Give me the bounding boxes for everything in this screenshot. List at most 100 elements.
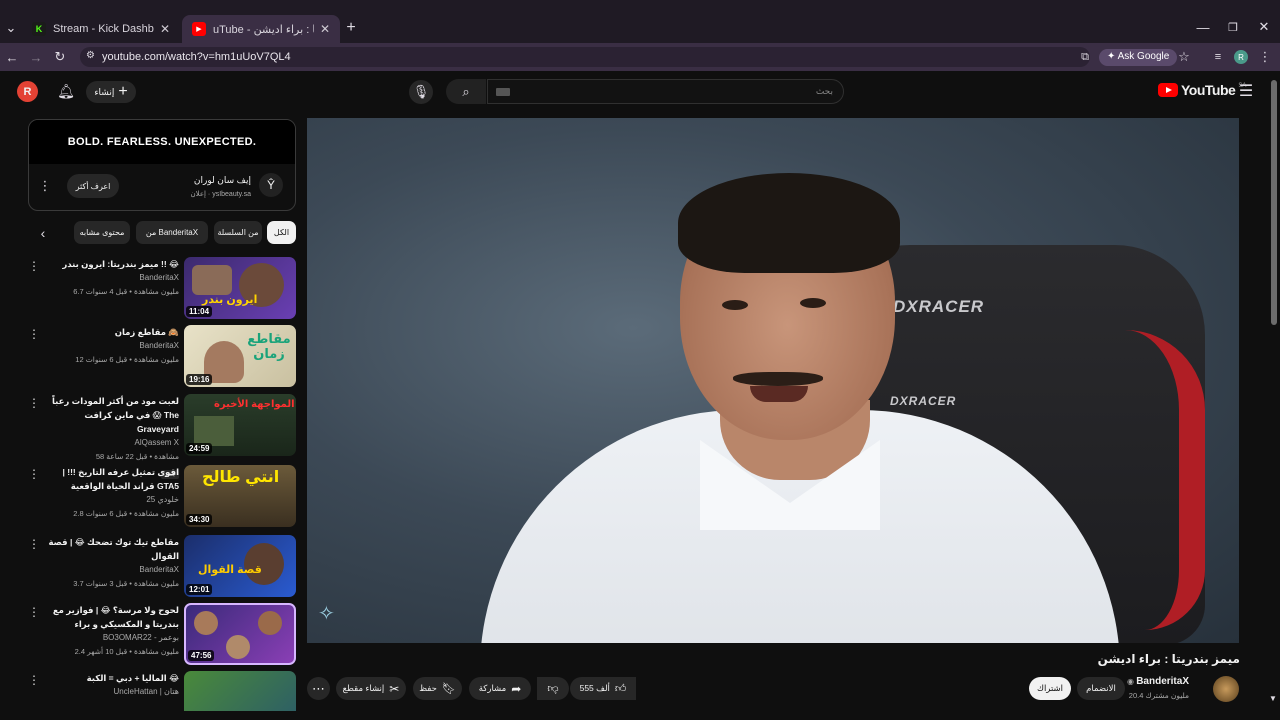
video-thumbnail[interactable]: المواجهة الأخيرة 24:59	[184, 394, 296, 456]
more-options-icon[interactable]: ⋮	[28, 467, 40, 481]
hamburger-menu-icon[interactable]: ☰	[1237, 82, 1255, 100]
reading-list-icon[interactable]: ≡	[1210, 49, 1226, 65]
chip-from-channel[interactable]: من BanderitaX	[136, 221, 208, 244]
eye	[800, 298, 826, 308]
verified-icon: ◉	[1127, 677, 1137, 686]
site-info-icon[interactable]: ⚙	[86, 50, 95, 61]
related-video-item[interactable]: ⋮ لحوح ولا مرسة؟ 😂 | فوازير مع بندريتا و…	[22, 603, 298, 667]
account-avatar[interactable]: R	[17, 81, 38, 102]
back-icon[interactable]: ←	[4, 49, 20, 65]
search-icon[interactable]: ⌕	[446, 79, 486, 104]
subscriber-count: 20.4 مليون مشترك	[1128, 691, 1189, 700]
clip-button[interactable]: إنشاء مقطع ✂	[336, 677, 406, 700]
ysl-logo-icon: Ŷ	[259, 173, 283, 197]
more-actions-icon[interactable]: ⋯	[307, 677, 330, 700]
ad-menu-icon[interactable]: ⋮	[39, 178, 52, 194]
browser-tab-bar: ⌄ K Stream - Kick Dashboard ✕ ▶ uTube - …	[0, 0, 1280, 43]
ad-card[interactable]: BOLD. FEARLESS. UNEXPECTED. ⋮ اعرف أكثر …	[28, 119, 296, 211]
person-hair	[678, 173, 900, 273]
eye	[722, 300, 748, 310]
browser-tab-youtube[interactable]: ▶ uTube - ميمز بندريتا : براء اديشن ✕	[182, 15, 340, 43]
related-video-item[interactable]: ⋮ ميمز بندريتا: ايرون بندر !! 😂 Banderit…	[22, 257, 298, 321]
channel-name[interactable]: ◉ BanderitaX	[1127, 676, 1189, 687]
sparkle-icon: ✦	[1107, 51, 1118, 62]
chevron-left-icon[interactable]: ‹	[36, 225, 50, 241]
bookmark-icon: 🔖︎	[441, 683, 456, 695]
save-button[interactable]: حفظ 🔖︎	[413, 677, 462, 700]
chip-from-series[interactable]: من السلسلة	[214, 221, 262, 244]
ad-banner[interactable]: BOLD. FEARLESS. UNEXPECTED.	[29, 120, 295, 164]
scroll-down-arrow-icon[interactable]: ▼	[1268, 693, 1278, 703]
youtube-play-icon	[1158, 83, 1178, 97]
advertiser-name: إيف سان لوران	[193, 175, 251, 185]
chair-brand: DXRACER	[893, 297, 985, 316]
share-arrow-icon: ➦	[511, 681, 522, 696]
create-button[interactable]: إنشاء +	[86, 81, 136, 103]
subscribe-button[interactable]: اشتراك	[1029, 677, 1071, 700]
more-options-icon[interactable]: ⋮	[28, 605, 40, 619]
learn-more-button[interactable]: اعرف أكثر	[67, 174, 119, 198]
video-thumbnail[interactable]	[184, 671, 296, 711]
video-thumbnail[interactable]: قصة القوال 12:01	[184, 535, 296, 597]
voice-search-icon[interactable]: 🎙︎	[409, 80, 433, 104]
plus-icon: +	[118, 83, 128, 100]
reload-icon[interactable]: ↻	[52, 49, 68, 65]
bookmark-star-icon[interactable]: ☆	[1176, 49, 1192, 65]
new-tab-icon[interactable]: +	[343, 19, 359, 36]
page-scrollbar[interactable]	[1271, 80, 1277, 325]
profile-avatar[interactable]: R	[1234, 50, 1248, 64]
more-options-icon[interactable]: ⋮	[28, 327, 40, 341]
share-button[interactable]: مشاركة ➦	[469, 677, 531, 700]
browser-menu-icon[interactable]: ⋮	[1259, 49, 1272, 65]
video-thumbnail[interactable]: 47:56	[184, 603, 296, 665]
tab-title: uTube - ميمز بندريتا : براء اديشن	[213, 23, 314, 36]
video-thumbnail[interactable]: ايرون بندر 11:04	[184, 257, 296, 319]
notifications-bell-icon[interactable]: 🔔︎	[57, 82, 75, 100]
scissors-icon: ✂	[389, 681, 400, 696]
video-thumbnail[interactable]: انتي طالح 34:30	[184, 465, 296, 527]
tab-title: Stream - Kick Dashboard	[53, 23, 154, 35]
more-options-icon[interactable]: ⋮	[28, 396, 40, 410]
more-options-icon[interactable]: ⋮	[28, 259, 40, 273]
maximize-icon[interactable]: ❐	[1226, 19, 1240, 35]
more-options-icon[interactable]: ⋮	[28, 537, 40, 551]
chip-similar[interactable]: محتوى مشابه	[74, 221, 130, 244]
youtube-favicon-icon: ▶	[192, 22, 206, 36]
mouth	[750, 386, 808, 402]
like-button[interactable]: 555 ألف 👍︎	[570, 677, 636, 700]
video-player[interactable]: DXRACER DXRACER ✧	[307, 118, 1239, 643]
forward-icon[interactable]: →	[28, 49, 44, 65]
more-options-icon[interactable]: ⋮	[28, 673, 40, 687]
chair-brand: DXRACER	[890, 394, 957, 408]
related-video-item[interactable]: ⋮ لعبت مود من أكثر المودات رعباً في ماين…	[22, 394, 298, 479]
related-video-item[interactable]: ⋮ اقوى تمثيل عرفه التاريخ !!! | قراند ال…	[22, 465, 298, 529]
url-text: youtube.com/watch?v=hm1uUoV7QL4	[102, 51, 291, 63]
related-video-item[interactable]: ⋮ مقاطع زمان 🙈 BanderitaX 12 مليون مشاهد…	[22, 325, 298, 389]
browser-toolbar: ← → ↻ ⚙ youtube.com/watch?v=hm1uUoV7QL4 …	[0, 43, 1280, 71]
chip-all[interactable]: الكل	[267, 221, 296, 244]
browser-tab-kick[interactable]: K Stream - Kick Dashboard ✕	[22, 15, 180, 43]
search-input[interactable]: بحث	[487, 79, 844, 104]
thumbs-down-icon: 👎︎	[547, 683, 559, 695]
related-video-item[interactable]: ⋮ مقاطع تيك توك تضحك 😂 | قصة القوال Band…	[22, 535, 298, 599]
thumbs-up-icon: 👍︎	[614, 683, 627, 695]
join-button[interactable]: الانضمام	[1077, 677, 1125, 700]
channel-avatar[interactable]	[1213, 676, 1239, 702]
minimize-icon[interactable]: —	[1196, 19, 1210, 35]
channel-watermark-icon[interactable]: ✧	[318, 601, 335, 626]
ask-google-button[interactable]: ✦ Ask Google	[1099, 49, 1178, 66]
video-title: ميمز بندريتا : براء اديشن	[1097, 652, 1240, 666]
close-tab-icon[interactable]: ✕	[320, 22, 330, 36]
related-video-item[interactable]: ⋮ الماليا + دبي = الكبة 😂 UncleHattan | …	[22, 671, 298, 711]
install-app-icon[interactable]: ⧉	[1077, 49, 1093, 65]
youtube-logo[interactable]: YouTube SA	[1158, 82, 1246, 98]
close-window-icon[interactable]: ✕	[1257, 19, 1271, 35]
dislike-button[interactable]: 👎︎	[537, 677, 569, 700]
ad-label: إعلان · ysIbeauty.sa	[190, 191, 251, 198]
video-thumbnail[interactable]: مقاطع زمان 19:16	[184, 325, 296, 387]
address-bar[interactable]: ⚙ youtube.com/watch?v=hm1uUoV7QL4	[80, 47, 1090, 67]
close-tab-icon[interactable]: ✕	[160, 22, 170, 36]
tab-search-icon[interactable]: ⌄	[3, 20, 19, 36]
keyboard-icon[interactable]	[496, 88, 510, 96]
kick-favicon-icon: K	[32, 22, 46, 36]
